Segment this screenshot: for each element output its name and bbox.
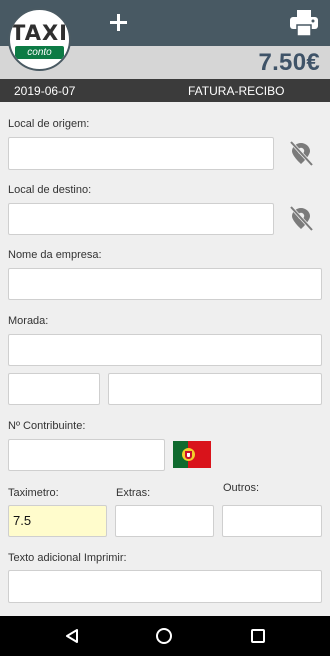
total-amount: 7.50€: [258, 49, 320, 76]
origin-input[interactable]: [8, 137, 274, 170]
extras-input[interactable]: [115, 505, 214, 537]
address-label: Morada:: [8, 315, 49, 327]
extra-text-input[interactable]: [8, 570, 322, 603]
portugal-flag-icon[interactable]: [173, 441, 211, 468]
home-icon[interactable]: [156, 628, 172, 644]
postal-code-input[interactable]: [8, 373, 100, 405]
logo-text: TAXI: [11, 21, 68, 45]
destination-input[interactable]: [8, 203, 274, 235]
plus-icon[interactable]: [104, 8, 134, 38]
taximeter-input[interactable]: 7.5: [8, 505, 107, 537]
info-bar: 2019-06-07 FATURA-RECIBO: [0, 79, 330, 102]
others-label: Outros:: [223, 482, 260, 494]
back-icon[interactable]: [64, 628, 80, 644]
invoice-date: 2019-06-07: [14, 84, 76, 98]
destination-label: Local de destino:: [8, 184, 92, 196]
extras-label: Extras:: [116, 487, 151, 499]
taxi-conto-logo: TAXI conto: [8, 8, 71, 71]
company-input[interactable]: [8, 268, 322, 300]
extra-text-label: Texto adicional Imprimir:: [8, 552, 127, 564]
recent-apps-icon[interactable]: [251, 629, 265, 643]
taximeter-label: Taximetro:: [8, 487, 59, 499]
tax-id-input[interactable]: [8, 439, 165, 471]
logo-subtext: conto: [15, 46, 64, 59]
printer-icon[interactable]: [289, 10, 319, 36]
location-off-icon[interactable]: [286, 138, 316, 168]
address-input[interactable]: [8, 334, 322, 366]
document-type: FATURA-RECIBO: [188, 84, 285, 98]
company-label: Nome da empresa:: [8, 249, 102, 261]
city-input[interactable]: [108, 373, 322, 405]
others-input[interactable]: [222, 505, 322, 537]
origin-label: Local de origem:: [8, 118, 90, 130]
tax-id-label: Nº Contribuinte:: [8, 420, 86, 432]
location-off-icon[interactable]: [286, 203, 316, 233]
